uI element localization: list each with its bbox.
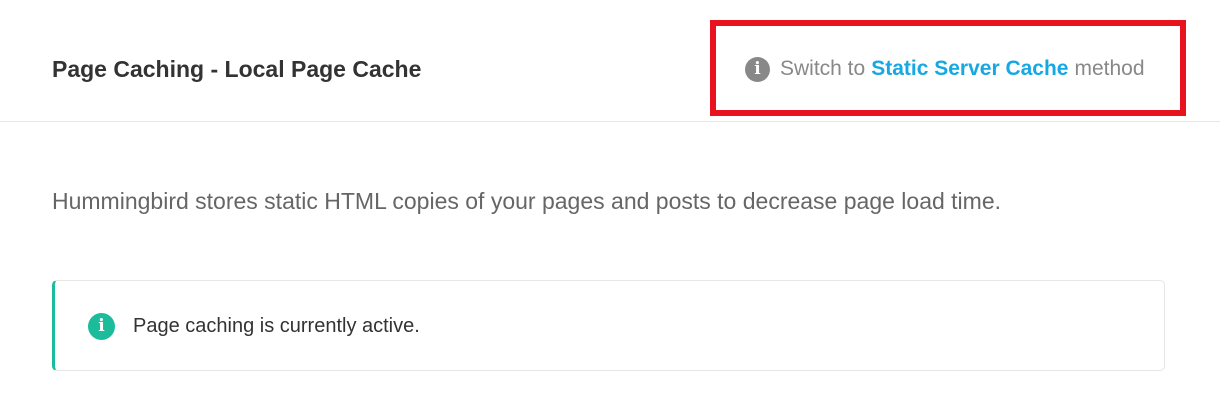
info-icon: i <box>745 56 770 82</box>
static-server-cache-link[interactable]: Static Server Cache <box>871 57 1068 81</box>
notice-text: Page caching is currently active. <box>133 315 420 337</box>
page-caching-panel: Page Caching - Local Page Cache i Switch… <box>0 0 1220 413</box>
info-icon: i <box>88 313 115 340</box>
status-notice: i Page caching is currently active. <box>52 280 1165 371</box>
switch-method-prompt: i Switch to Static Server Cache method <box>745 54 1145 84</box>
switch-prefix-text: Switch to <box>780 57 866 80</box>
switch-suffix-text: method <box>1074 57 1145 80</box>
page-caching-description: Hummingbird stores static HTML copies of… <box>52 188 1002 214</box>
page-title: Page Caching - Local Page Cache <box>52 56 422 82</box>
